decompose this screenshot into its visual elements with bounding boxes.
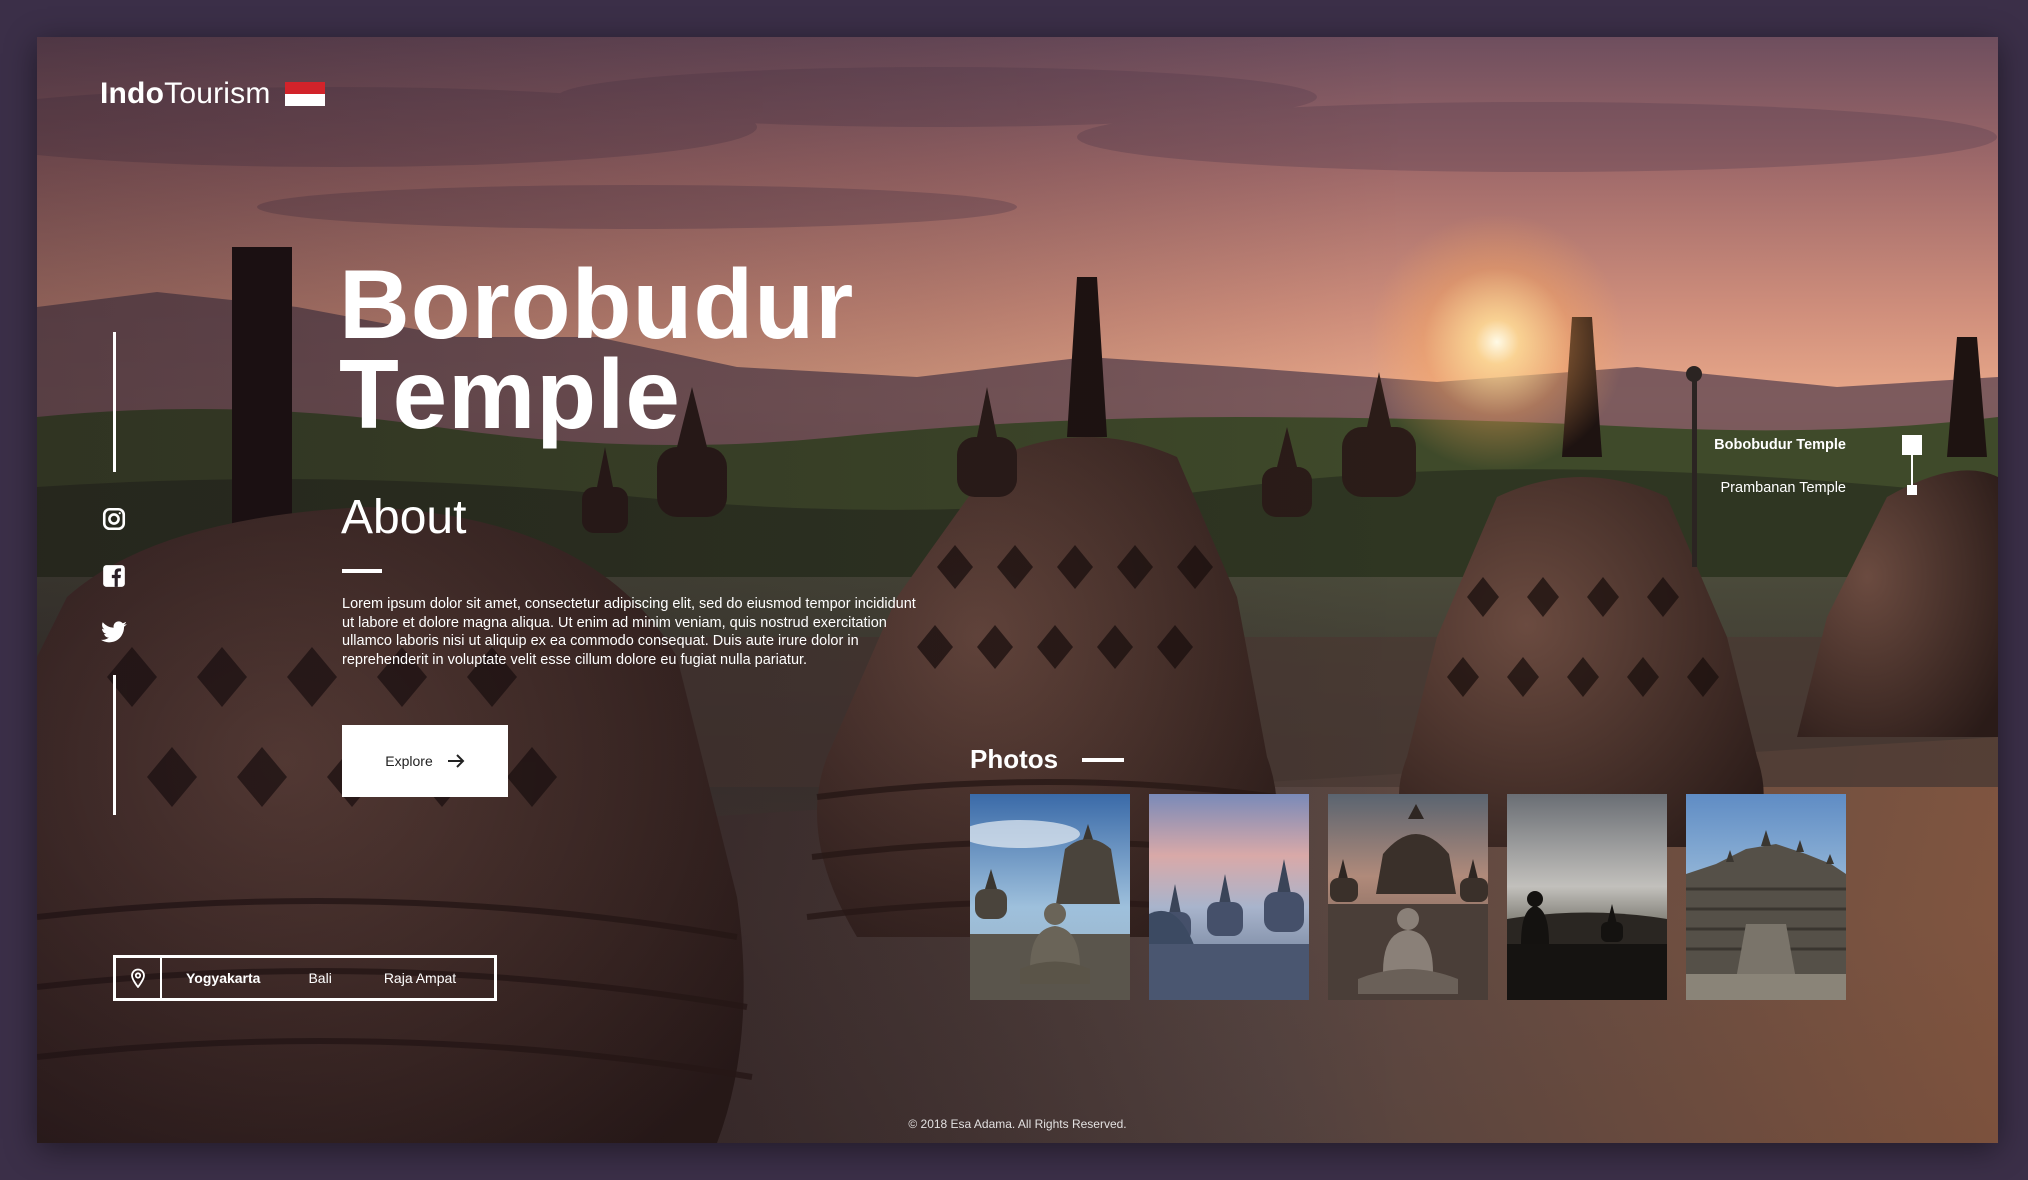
temple-nav-connector	[1911, 455, 1913, 485]
temple-nav-borobudur[interactable]: Bobobudur Temple	[1714, 437, 1846, 453]
photo-thumbnail-5[interactable]	[1686, 794, 1846, 1000]
temple-nav-inactive-indicator	[1907, 485, 1917, 495]
location-selector: Yogyakarta Bali Raja Ampat	[113, 955, 497, 1001]
logo-text: IndoTourism	[100, 77, 271, 111]
logo-regular: Tourism	[164, 77, 271, 110]
location-bali[interactable]: Bali	[308, 970, 331, 986]
explore-button-label: Explore	[385, 753, 433, 769]
temple-nav-prambanan[interactable]: Prambanan Temple	[1721, 480, 1846, 496]
rail-divider-top	[113, 332, 116, 472]
photo-thumbnail-2[interactable]	[1149, 794, 1309, 1000]
photo-thumbnail-1[interactable]	[970, 794, 1130, 1000]
arrow-right-icon	[447, 754, 465, 768]
temple-nav-active-indicator	[1902, 435, 1922, 455]
photos-heading: Photos	[970, 744, 1125, 775]
site-logo[interactable]: IndoTourism	[100, 77, 325, 111]
instagram-icon[interactable]	[99, 504, 129, 534]
photos-underline	[1082, 757, 1125, 762]
about-description: Lorem ipsum dolor sit amet, consectetur …	[342, 596, 916, 668]
page-title: Borobudur Temple	[339, 249, 855, 449]
copyright-footer: © 2018 Esa Adama. All Rights Reserved.	[908, 1117, 1127, 1131]
hero-frame: IndoTourism Borobudur Temple About Lorem…	[37, 37, 1998, 1143]
location-yogyakarta[interactable]: Yogyakarta	[186, 970, 260, 986]
title-line-2: Temple	[339, 339, 681, 449]
facebook-icon[interactable]	[99, 561, 129, 591]
indonesia-flag-icon	[284, 82, 325, 106]
title-line-1: Borobudur	[339, 249, 855, 359]
location-raja-ampat[interactable]: Raja Ampat	[384, 970, 456, 986]
rail-divider-bottom	[113, 675, 116, 815]
logo-bold: Indo	[100, 77, 165, 110]
photos-heading-label: Photos	[970, 744, 1059, 774]
location-pin-icon	[116, 958, 162, 998]
photo-thumbnail-4[interactable]	[1507, 794, 1667, 1000]
photo-thumbnail-3[interactable]	[1328, 794, 1488, 1000]
about-heading: About	[341, 491, 467, 544]
twitter-icon[interactable]	[99, 618, 129, 648]
about-underline	[342, 569, 382, 573]
explore-button[interactable]: Explore	[342, 725, 508, 797]
